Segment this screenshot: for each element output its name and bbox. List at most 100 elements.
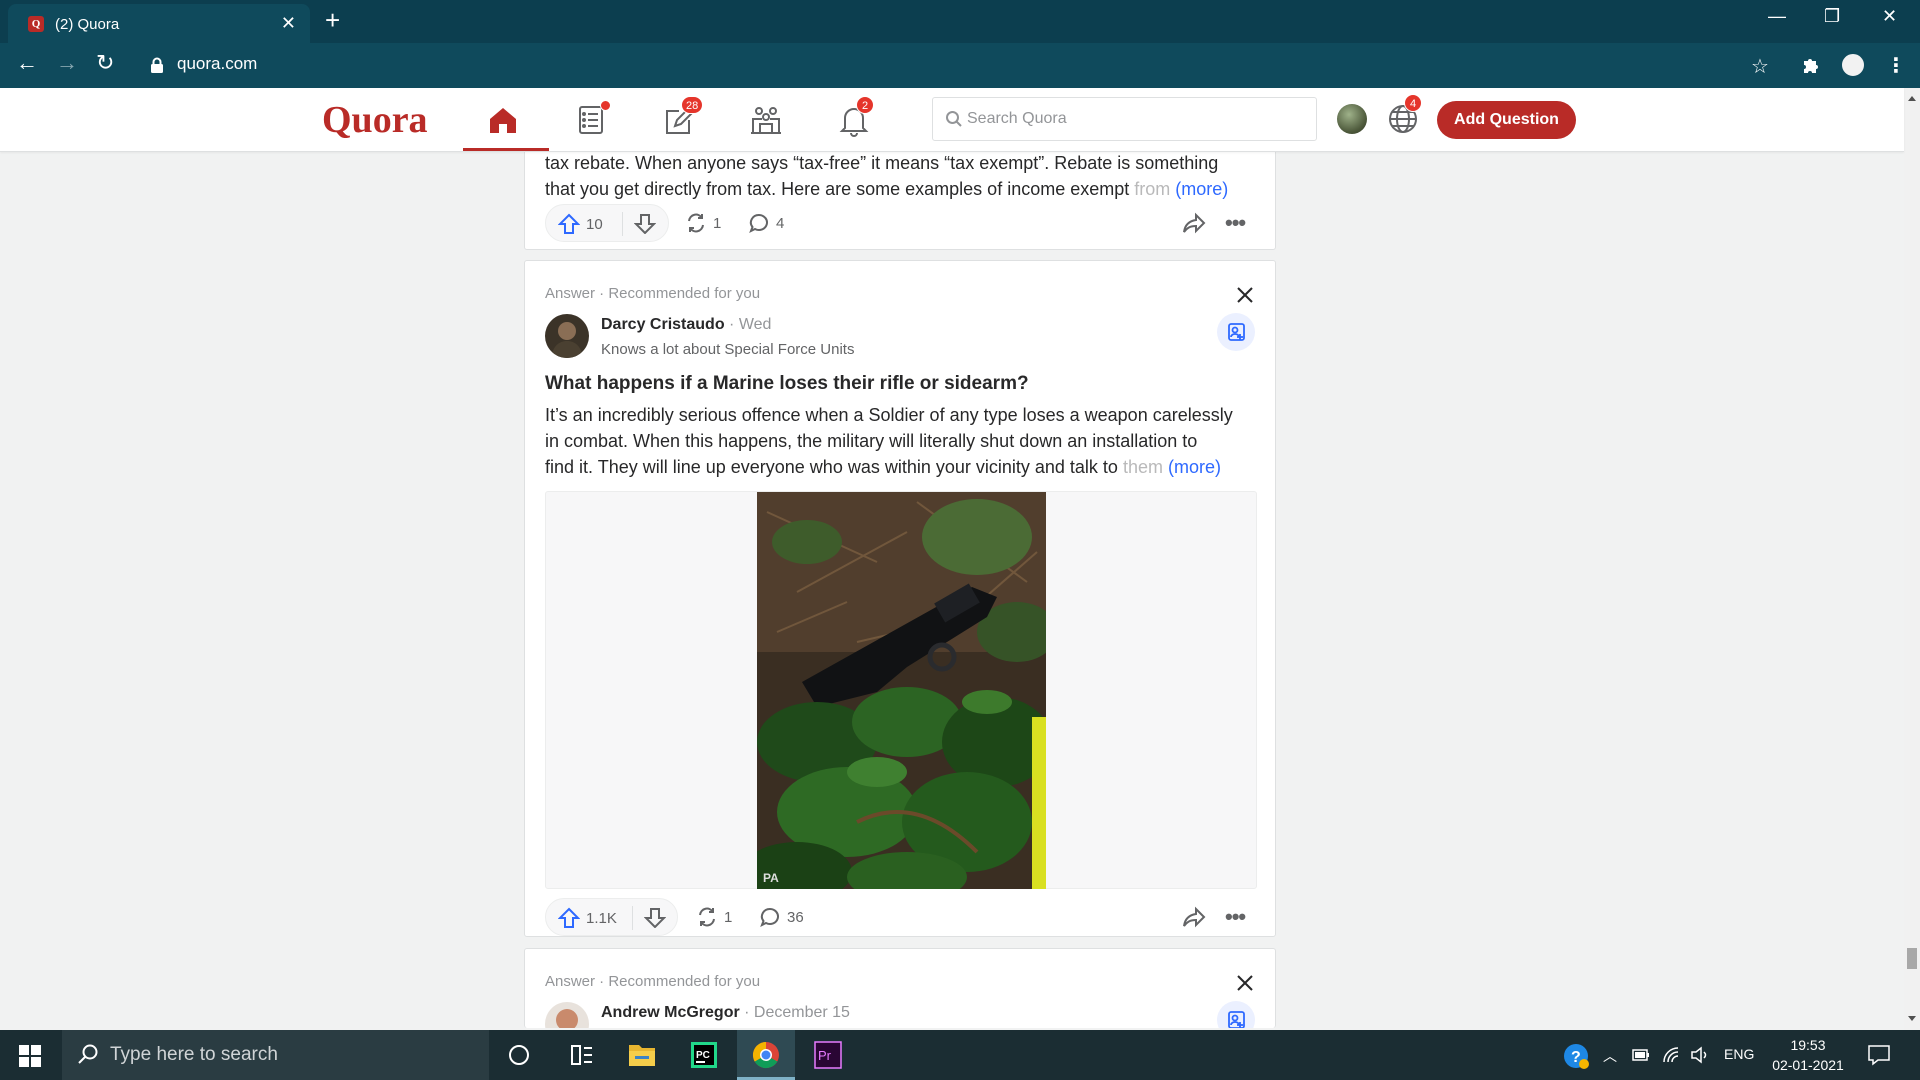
clock-time: 19:53 <box>1790 1037 1826 1053</box>
author-avatar[interactable] <box>545 1002 589 1028</box>
comment-button[interactable]: 4 <box>748 212 784 234</box>
feed-card: Answer · Recommended for you Andrew McGr… <box>524 948 1276 1028</box>
answer-actions: 10 1 4 ••• <box>545 204 1261 242</box>
author-avatar[interactable] <box>545 314 589 358</box>
search-box[interactable] <box>932 97 1317 141</box>
question-title[interactable]: What happens if a Marine loses their rif… <box>545 373 1029 395</box>
forward-icon[interactable]: → <box>56 52 78 74</box>
vote-pill: 10 <box>545 204 669 242</box>
language-indicator[interactable]: ENG <box>1724 1046 1754 1062</box>
battery-icon[interactable] <box>1632 1048 1650 1062</box>
chrome-icon[interactable] <box>737 1030 795 1080</box>
author-name[interactable]: Darcy Cristaudo · Wed <box>601 316 771 334</box>
volume-icon[interactable] <box>1690 1046 1710 1064</box>
home-active-underline <box>463 148 549 151</box>
share-arrow-icon[interactable] <box>1182 906 1206 928</box>
show-hidden-icons-icon[interactable]: ︿ <box>1603 1046 1617 1066</box>
clock-date: 02-01-2021 <box>1772 1057 1844 1073</box>
pycharm-icon[interactable]: PC <box>675 1030 733 1080</box>
follow-author-button[interactable] <box>1217 313 1255 351</box>
answer-image-frame[interactable]: PA <box>545 491 1257 889</box>
system-clock[interactable]: 19:53 02-01-2021 <box>1768 1035 1848 1075</box>
bookmark-star-icon[interactable]: ☆ <box>1751 54 1769 79</box>
comment-icon <box>760 907 779 928</box>
comment-count: 4 <box>776 214 785 232</box>
tab-title: (2) Quora <box>55 16 120 33</box>
answer-text-faded: from <box>1134 179 1171 199</box>
upvote-arrow-icon <box>558 907 580 928</box>
scrollbar-thumb[interactable] <box>1907 948 1917 969</box>
reload-icon[interactable]: ↻ <box>96 52 114 74</box>
follow-user-icon <box>1228 323 1245 341</box>
taskbar-search-icon <box>78 1044 98 1064</box>
premiere-pro-icon[interactable]: Pr <box>799 1030 857 1080</box>
restore-icon[interactable]: ❐ <box>1824 6 1840 27</box>
vote-separator <box>622 212 623 236</box>
upvote-count: 1.1K <box>586 909 617 927</box>
new-tab-button[interactable]: + <box>325 7 340 33</box>
scroll-up-arrow-icon[interactable] <box>1908 96 1916 101</box>
answer-excerpt[interactable]: It’s an incredibly serious offence when … <box>545 402 1261 480</box>
author-name-text[interactable]: Darcy Cristaudo <box>601 316 725 333</box>
page-scrollbar[interactable] <box>1904 88 1920 1030</box>
share-reshare-button[interactable]: 1 <box>685 212 721 234</box>
scroll-down-arrow-icon[interactable] <box>1908 1016 1916 1021</box>
upvote-button[interactable]: 10 <box>558 213 603 235</box>
wifi-icon[interactable] <box>1662 1046 1680 1064</box>
more-options-icon[interactable]: ••• <box>1225 904 1246 930</box>
quora-header: Quora 28 2 Search Quora 4 Add Question <box>0 88 1904 152</box>
author-name-text[interactable]: Andrew McGregor <box>601 1004 740 1021</box>
share-reshare-button[interactable]: 1 <box>696 906 732 928</box>
browser-tab[interactable]: Q (2) Quora ✕ <box>8 4 310 43</box>
add-question-button[interactable]: Add Question <box>1437 101 1576 139</box>
downvote-arrow-icon[interactable] <box>644 908 666 928</box>
back-icon[interactable]: ← <box>16 52 38 74</box>
language-globe-icon[interactable]: 4 <box>1386 94 1422 136</box>
browser-menu-icon[interactable]: ⋮ <box>1886 53 1906 78</box>
windows-start-icon[interactable] <box>19 1045 41 1067</box>
minimize-icon[interactable]: — <box>1768 6 1786 27</box>
search-input[interactable] <box>967 98 1307 140</box>
taskbar-search-box[interactable]: Type here to search <box>62 1030 489 1080</box>
address-bar[interactable]: quora.com <box>177 54 257 74</box>
search-icon <box>946 111 962 127</box>
reshare-icon <box>699 907 715 927</box>
action-center-icon[interactable] <box>1866 1043 1892 1067</box>
answer-excerpt: tax rebate. When anyone says “tax-free” … <box>545 150 1261 202</box>
comment-button[interactable]: 36 <box>759 906 804 928</box>
extensions-puzzle-icon[interactable] <box>1801 55 1821 75</box>
upvote-arrow-icon <box>558 213 580 234</box>
home-icon[interactable] <box>485 102 521 138</box>
spaces-icon[interactable] <box>748 102 784 138</box>
dismiss-close-icon[interactable] <box>1235 973 1255 993</box>
follow-author-button[interactable] <box>1217 1001 1255 1028</box>
svg-text:Pr: Pr <box>818 1048 832 1063</box>
notifications-bell-icon[interactable]: 2 <box>836 96 874 138</box>
dismiss-close-icon[interactable] <box>1235 285 1255 305</box>
more-options-icon[interactable]: ••• <box>1225 210 1246 236</box>
downvote-arrow-icon[interactable] <box>634 214 656 234</box>
quora-logo[interactable]: Quora <box>322 98 428 142</box>
following-feed-icon[interactable] <box>574 100 611 138</box>
taskbar-search-placeholder: Type here to search <box>110 1044 278 1065</box>
answer-text-faded: them <box>1122 457 1163 477</box>
upvote-button[interactable]: 1.1K <box>558 907 617 929</box>
task-view-icon[interactable] <box>552 1030 610 1080</box>
cortana-icon[interactable] <box>490 1030 548 1080</box>
close-window-icon[interactable]: ✕ <box>1882 6 1897 27</box>
more-link[interactable]: (more) <box>1175 179 1228 199</box>
language-count-badge: 4 <box>1404 94 1422 112</box>
answer-icon[interactable]: 28 <box>661 96 704 138</box>
profile-avatar[interactable] <box>1840 52 1866 78</box>
help-icon[interactable]: ? <box>1562 1042 1590 1070</box>
more-link[interactable]: (more) <box>1168 457 1221 477</box>
author-name[interactable]: Andrew McGregor · December 15 <box>601 1004 850 1022</box>
tab-close-icon[interactable]: ✕ <box>281 13 296 34</box>
answer-photo[interactable]: PA <box>757 492 1046 889</box>
user-avatar[interactable] <box>1337 104 1367 134</box>
file-explorer-icon[interactable] <box>613 1030 671 1080</box>
card-meta: Answer · Recommended for you <box>545 973 761 990</box>
share-arrow-icon[interactable] <box>1182 212 1206 234</box>
quora-favicon-icon: Q <box>28 16 44 32</box>
answer-date: · December 15 <box>739 1004 850 1021</box>
